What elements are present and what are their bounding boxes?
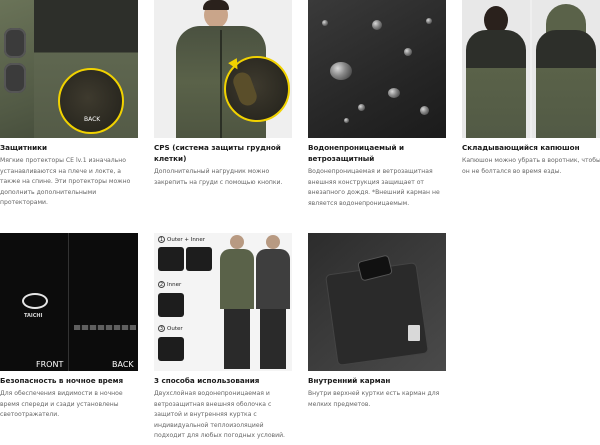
cps-image [154, 0, 292, 138]
chest-protector-icon [230, 69, 260, 109]
hood-deployed-view [532, 0, 600, 138]
card-title: CPS (система защиты грудной клетки) [154, 143, 281, 163]
water-drop-icon [404, 48, 412, 56]
water-drop-icon [372, 20, 382, 30]
model-hair [203, 0, 229, 10]
night-safety-image: TAICHI FRONT BACK [0, 233, 138, 371]
card-title: 3 способа использования [154, 376, 260, 385]
card-title: Защитники [0, 143, 48, 152]
step-label: Outer + Inner [167, 236, 205, 243]
outer-thumb [158, 337, 184, 361]
water-drop-icon [426, 18, 432, 24]
back-label: BACK [112, 360, 134, 369]
back-label: BACK [84, 116, 101, 123]
reflector-stripe [74, 325, 136, 330]
card-description: Двухслойная водонепроницаемая и ветрозащ… [154, 390, 285, 440]
model-outer-inner [220, 235, 254, 369]
pocket-shape [326, 263, 428, 365]
protectors-image: BACK [0, 0, 138, 138]
card-description: Водонепроницаемая и ветрозащитная внешня… [308, 168, 440, 207]
water-drop-icon [388, 88, 400, 98]
back-protector-zoom: BACK [58, 68, 124, 134]
ce-label-icon [408, 325, 420, 341]
elbow-protector-icon [4, 63, 26, 93]
water-drop-icon [344, 118, 349, 123]
card-description: Дополнительный нагрудник можно закрепить… [154, 168, 283, 186]
card-title: Водонепроницаемый и ветрозащитный [308, 143, 405, 163]
card-title: Внутренний карман [308, 376, 391, 385]
front-label: FRONT [36, 360, 64, 369]
outer-inner-thumb [186, 247, 212, 271]
reflector-logo-icon [22, 293, 48, 309]
step-3: 3 Outer [158, 325, 183, 332]
card-description: Капюшон можно убрать в воротник, чтобы о… [462, 157, 600, 175]
step-label: Inner [167, 281, 182, 288]
card-description: Для обеспечения видимости в ночное время… [0, 390, 123, 419]
card-title: Безопасность в ночное время [0, 376, 124, 385]
card-title: Складывающийся капюшон [462, 143, 580, 152]
model-inner-only [256, 235, 290, 369]
reflector-brand-text: TAICHI [24, 313, 43, 319]
inner-pocket-image [308, 233, 446, 371]
inner-thumb [158, 293, 184, 317]
hood-stowed-view [462, 0, 530, 138]
step-1: 1 Outer + Inner [158, 236, 205, 243]
outer-inner-thumb [158, 247, 184, 271]
step-number: 1 [158, 236, 165, 243]
three-ways-image: 1 Outer + Inner 2 Inner 3 Outer [154, 233, 292, 371]
hood-image [462, 0, 600, 138]
water-drop-icon [420, 106, 429, 115]
jacket-zipper [220, 30, 222, 138]
step-label: Outer [167, 325, 183, 332]
water-drop-icon [358, 104, 365, 111]
waterproof-image [308, 0, 446, 138]
step-number: 3 [158, 325, 165, 332]
step-2: 2 Inner [158, 281, 181, 288]
card-description: Внутри верхней куртки есть карман для ме… [308, 390, 440, 408]
shoulder-protector-icon [4, 28, 26, 58]
water-drop-icon [330, 62, 352, 80]
card-description: Мягкие протекторы CE lv.1 изначально уст… [0, 157, 131, 207]
step-number: 2 [158, 281, 165, 288]
divider-line [68, 233, 69, 371]
water-drop-icon [322, 20, 328, 26]
